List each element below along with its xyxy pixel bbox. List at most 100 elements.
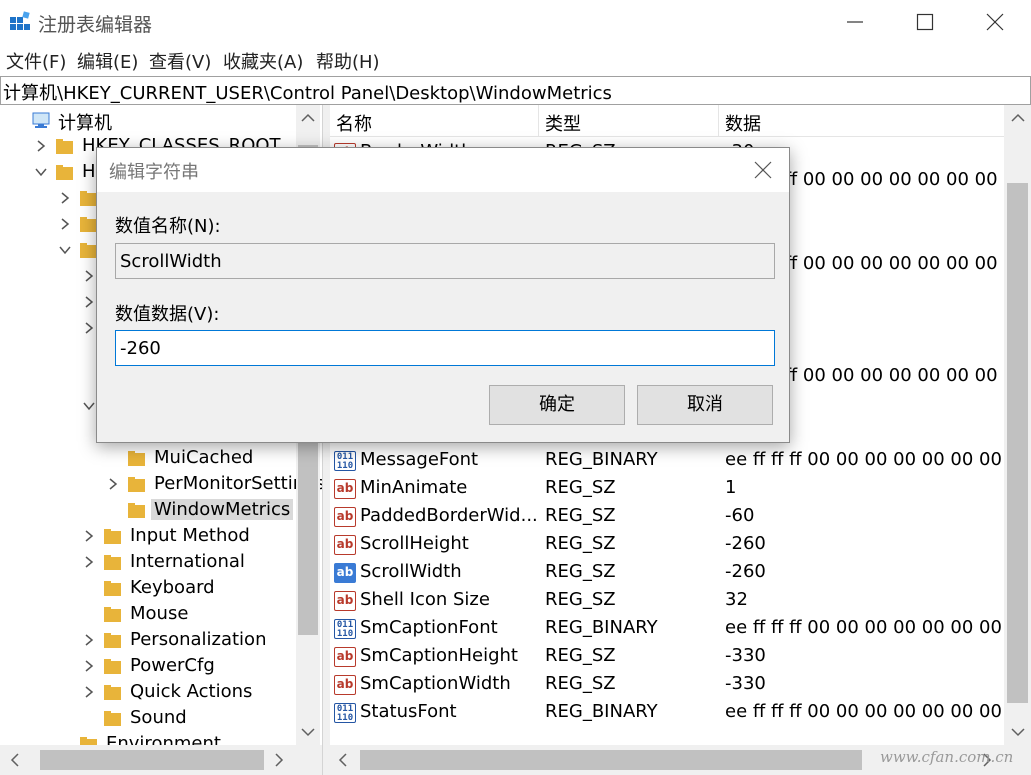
menu-edit[interactable]: 编辑(E) <box>77 48 138 74</box>
value-data: -60 <box>725 505 755 526</box>
scroll-left-icon[interactable] <box>10 753 20 767</box>
folder-icon <box>104 529 121 544</box>
list-hscroll-thumb[interactable] <box>360 750 862 770</box>
tree-item[interactable]: PerMonitorSettings <box>106 472 322 498</box>
value-type: REG_BINARY <box>545 449 658 470</box>
table-row[interactable]: ab ScrollHeight REG_SZ -260 <box>330 531 1005 559</box>
tree-item[interactable]: Sound <box>82 706 322 732</box>
address-path: 计算机\HKEY_CURRENT_USER\Control Panel\Desk… <box>3 83 612 104</box>
column-divider[interactable] <box>718 105 719 137</box>
value-name: SmCaptionHeight <box>360 645 518 666</box>
scroll-right-icon[interactable] <box>274 753 284 767</box>
column-name[interactable]: 名称 <box>336 110 372 136</box>
table-row[interactable]: 011 110 SmCaptionFont REG_BINARY ee ff ff ff… <box>330 615 1005 643</box>
tree-item[interactable]: Keyboard <box>82 576 322 602</box>
table-row[interactable]: ab Shell Icon Size REG_SZ 32 <box>330 587 1005 615</box>
tree-item[interactable]: Quick Actions <box>82 680 322 706</box>
maximize-button[interactable] <box>890 0 960 44</box>
menu-favorites[interactable]: 收藏夹(A) <box>223 48 303 74</box>
tree-item[interactable]: Mouse <box>82 602 322 628</box>
list-vertical-scrollbar[interactable] <box>1004 105 1031 745</box>
window-title: 注册表编辑器 <box>38 14 153 36</box>
list-scroll-thumb[interactable] <box>1007 183 1028 703</box>
chevron-right-icon[interactable] <box>82 659 96 673</box>
tree-item[interactable]: Input Method <box>82 524 322 550</box>
tree-horizontal-scrollbar[interactable] <box>0 745 322 775</box>
ok-button[interactable]: 确定 <box>489 385 625 425</box>
tree-hscroll-thumb[interactable] <box>40 750 264 770</box>
chevron-right-icon[interactable] <box>82 529 96 543</box>
chevron-right-icon[interactable] <box>82 633 96 647</box>
chevron-right-icon[interactable] <box>58 191 72 205</box>
folder-icon <box>104 659 121 674</box>
value-data-label: 数值数据(V): <box>115 304 220 325</box>
tree-item[interactable]: MuiCached <box>106 446 322 472</box>
tree-item[interactable]: WindowMetrics <box>106 498 322 524</box>
address-bar[interactable]: 计算机\HKEY_CURRENT_USER\Control Panel\Desk… <box>0 76 1031 105</box>
computer-icon <box>32 112 50 128</box>
value-type: REG_SZ <box>545 589 616 610</box>
close-button[interactable] <box>960 0 1030 44</box>
value-data: 32 <box>725 589 748 610</box>
column-data[interactable]: 数据 <box>725 110 761 136</box>
value-data: ee ff ff ff 00 00 00 00 00 00 00 0 <box>725 449 1005 470</box>
maximize-icon <box>916 13 934 31</box>
chevron-right-icon[interactable] <box>58 217 72 231</box>
column-divider[interactable] <box>538 105 539 137</box>
folder-icon <box>128 503 145 518</box>
tree-item[interactable]: International <box>82 550 322 576</box>
binary-value-icon: 011110 <box>334 619 356 639</box>
value-data: -260 <box>725 561 766 582</box>
chevron-right-icon[interactable] <box>82 555 96 569</box>
chevron-down-icon[interactable] <box>34 165 48 179</box>
string-value-icon: ab <box>334 675 356 695</box>
table-row[interactable]: 011 110 MessageFont REG_BINARY ee ff ff ff 0… <box>330 447 1005 475</box>
column-type[interactable]: 类型 <box>545 110 581 136</box>
table-row[interactable]: ab SmCaptionWidth REG_SZ -330 <box>330 671 1005 699</box>
edit-string-dialog: 编辑字符串 数值名称(N): 数值数据(V): 确定 取消 <box>96 147 790 443</box>
table-row[interactable]: ab MinAnimate REG_SZ 1 <box>330 475 1005 503</box>
tree-item-label: PowerCfg <box>130 655 215 676</box>
value-name-field[interactable] <box>115 243 775 279</box>
tree-item-label: Mouse <box>130 603 189 624</box>
close-icon <box>986 13 1004 31</box>
cancel-button[interactable]: 取消 <box>637 385 773 425</box>
dialog-close-icon[interactable] <box>753 160 773 180</box>
tree-item-label: Sound <box>130 707 187 728</box>
menu-view[interactable]: 查看(V) <box>149 48 211 74</box>
tree-item-label: WindowMetrics <box>151 499 294 520</box>
chevron-down-icon[interactable] <box>82 399 96 413</box>
value-name: ScrollHeight <box>360 533 469 554</box>
scroll-left-icon[interactable] <box>338 753 348 767</box>
value-data: ee ff ff ff 00 00 00 00 00 00 00 0 <box>725 617 1005 638</box>
menu-bar: 文件(F) 编辑(E) 查看(V) 收藏夹(A) 帮助(H) <box>0 44 1031 76</box>
table-row[interactable]: ab SmCaptionHeight REG_SZ -330 <box>330 643 1005 671</box>
chevron-right-icon[interactable] <box>82 295 96 309</box>
tree-item[interactable]: PowerCfg <box>82 654 322 680</box>
chevron-right-icon[interactable] <box>34 139 48 153</box>
chevron-right-icon[interactable] <box>82 321 96 335</box>
scroll-down-icon[interactable] <box>1011 727 1025 737</box>
value-name: StatusFont <box>360 701 457 722</box>
minimize-icon <box>847 21 863 23</box>
chevron-down-icon[interactable] <box>58 243 72 257</box>
scroll-down-icon[interactable] <box>301 727 315 737</box>
scroll-up-icon[interactable] <box>1011 113 1025 123</box>
value-data-field[interactable] <box>115 330 775 366</box>
folder-icon <box>104 607 121 622</box>
tree-item[interactable]: Personalization <box>82 628 322 654</box>
tree-item-label: 计算机 <box>58 113 112 134</box>
table-row[interactable]: ab PaddedBorderWid... REG_SZ -60 <box>330 503 1005 531</box>
value-name: SmCaptionWidth <box>360 673 511 694</box>
menu-file[interactable]: 文件(F) <box>6 48 66 74</box>
table-row[interactable]: ab ScrollWidth REG_SZ -260 <box>330 559 1005 587</box>
watermark: www.cfan.com.cn <box>880 748 1014 766</box>
menu-help[interactable]: 帮助(H) <box>316 48 380 74</box>
chevron-right-icon[interactable] <box>82 685 96 699</box>
minimize-button[interactable] <box>820 0 890 44</box>
scroll-up-icon[interactable] <box>301 113 315 123</box>
tree-item[interactable]: 计算机 <box>10 108 322 134</box>
chevron-right-icon[interactable] <box>106 477 120 491</box>
table-row[interactable]: 011 110 StatusFont REG_BINARY ee ff ff ff 00… <box>330 699 1005 727</box>
chevron-right-icon[interactable] <box>82 269 96 283</box>
